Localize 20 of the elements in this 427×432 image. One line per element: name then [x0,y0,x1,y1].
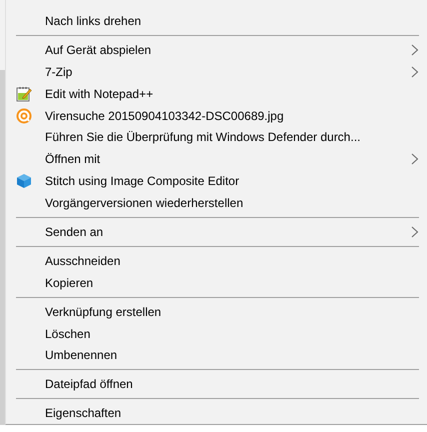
menu-item[interactable]: Vorgängerversionen wiederherstellen [6,192,427,214]
menu-item[interactable]: Auf Gerät abspielen [6,38,427,61]
menu-item[interactable]: Öffnen mit [6,148,427,170]
menu-item[interactable]: 7-Zip [6,60,427,83]
menu-item[interactable]: Dateipfad öffnen [6,373,427,396]
menu-item[interactable]: Senden an [6,221,427,243]
menu-item[interactable]: Nach links drehen [6,10,427,32]
menu-item[interactable]: Eigenschaften [6,402,427,424]
menu-item[interactable]: Verknüpfung erstellen [6,300,427,323]
menu-item[interactable]: Ausschneiden [6,250,427,272]
menu-item[interactable]: Virensuche 20150904103342-DSC00689.jpg [6,104,427,126]
shield-scan-icon [16,108,32,124]
notepad-icon [16,86,32,102]
menu-item[interactable]: Führen Sie die Überprüfung mit Windows Defender durch... [6,126,427,148]
menu-item[interactable]: Kopieren [6,272,427,294]
cube-icon [16,173,32,190]
menu-item[interactable]: Stitch using Image Composite Editor [6,170,427,192]
menu-item[interactable]: Löschen [6,322,427,344]
menu-item[interactable]: Umbenennen [6,344,427,366]
menu-item[interactable]: Edit with Notepad++ [6,82,427,105]
